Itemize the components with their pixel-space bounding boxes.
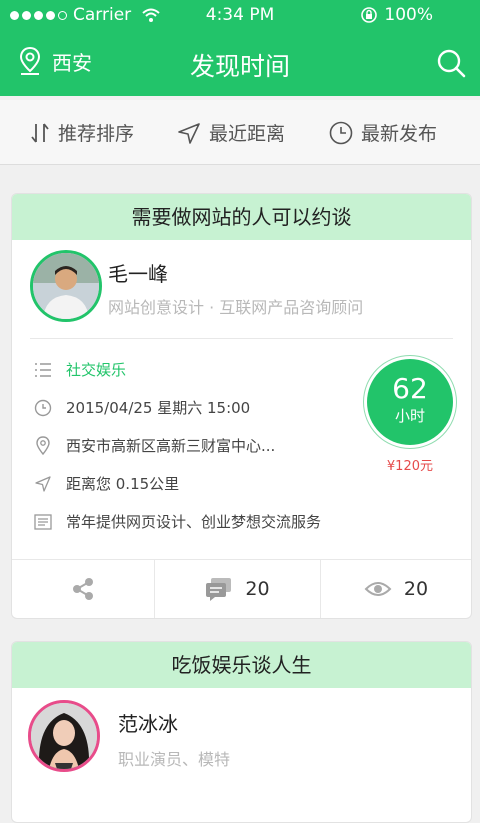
clock-icon — [329, 121, 353, 144]
rotation-lock-icon — [361, 7, 378, 23]
distance-row: 距离您 0.15公里 — [34, 473, 179, 494]
battery-percent: 100% — [384, 5, 433, 25]
sort-bar: 推荐排序 最近距离 最新发布 — [0, 100, 480, 165]
comment-icon — [206, 578, 232, 601]
search-icon[interactable] — [436, 48, 466, 78]
sort-icon — [31, 122, 49, 143]
sort-recommended-label: 推荐排序 — [58, 123, 135, 145]
address-row[interactable]: 西安市高新区高新三财富中心... — [34, 435, 275, 456]
sort-nearest[interactable]: 最近距离 — [177, 119, 285, 146]
event-card[interactable]: 吃饭娱乐谈人生 范冰冰 职业演员、模特 — [11, 641, 472, 823]
sort-recommended[interactable]: 推荐排序 — [30, 119, 134, 146]
card-title: 需要做网站的人可以约谈 — [12, 194, 471, 240]
address-text: 西安市高新区高新三财富中心... — [66, 437, 276, 455]
datetime-row: 2015/04/25 星期六 15:00 — [34, 397, 250, 418]
host-role: 职业演员、模特 — [118, 750, 231, 769]
host-name: 范冰冰 — [118, 712, 178, 736]
map-pin-icon — [34, 435, 52, 455]
avatar[interactable] — [28, 700, 100, 772]
price-label: ¥120元 — [386, 459, 433, 474]
duration-badge: 62 小时 — [367, 359, 453, 445]
avatar[interactable] — [30, 250, 102, 322]
eye-icon — [364, 582, 392, 596]
card-actions: 20 20 — [12, 559, 471, 618]
comments-button[interactable]: 20 — [154, 560, 320, 618]
host-info[interactable]: 毛一峰 网站创意设计 · 互联网产品咨询顾问 — [12, 240, 471, 338]
category-row: 社交娱乐 — [34, 359, 126, 380]
distance-text: 距离您 0.15公里 — [66, 475, 180, 493]
host-role: 网站创意设计 · 互联网产品咨询顾问 — [108, 298, 364, 317]
event-card[interactable]: 需要做网站的人可以约谈 毛一峰 网站创意设计 · 互联网产品咨询顾问 社交娱乐 — [11, 193, 472, 619]
location-arrow-icon — [178, 122, 200, 144]
host-info[interactable]: 范冰冰 职业演员、模特 — [12, 688, 471, 786]
datetime-text: 2015/04/25 星期六 15:00 — [66, 399, 251, 417]
nav-bar: 西安 发现时间 — [0, 30, 480, 96]
card-title: 吃饭娱乐谈人生 — [12, 642, 471, 688]
sort-latest[interactable]: 最新发布 — [329, 119, 437, 146]
document-icon — [34, 513, 52, 531]
sort-nearest-label: 最近距离 — [209, 123, 286, 145]
battery-status: 100% — [360, 5, 433, 25]
host-name: 毛一峰 — [108, 262, 168, 286]
list-icon — [34, 361, 52, 379]
sort-latest-label: 最新发布 — [361, 123, 438, 145]
page-title: 发现时间 — [189, 52, 290, 81]
description-row: 常年提供网页设计、创业梦想交流服务 — [34, 511, 321, 532]
views-button[interactable]: 20 — [320, 560, 471, 618]
share-icon — [73, 578, 93, 600]
views-count: 20 — [403, 578, 429, 600]
location-arrow-icon — [34, 475, 52, 493]
duration-unit: 小时 — [394, 407, 425, 425]
share-button[interactable] — [12, 560, 154, 618]
event-details: 社交娱乐 2015/04/25 星期六 15:00 西安市高新区高新三财富中心.… — [12, 339, 471, 559]
duration-hours: 62 — [392, 372, 428, 405]
status-bar: Carrier 4:34 PM 100% — [0, 0, 480, 30]
category-label: 社交娱乐 — [66, 361, 127, 379]
description-text: 常年提供网页设计、创业梦想交流服务 — [66, 513, 322, 531]
clock-icon — [34, 399, 52, 417]
comments-count: 20 — [245, 578, 270, 600]
